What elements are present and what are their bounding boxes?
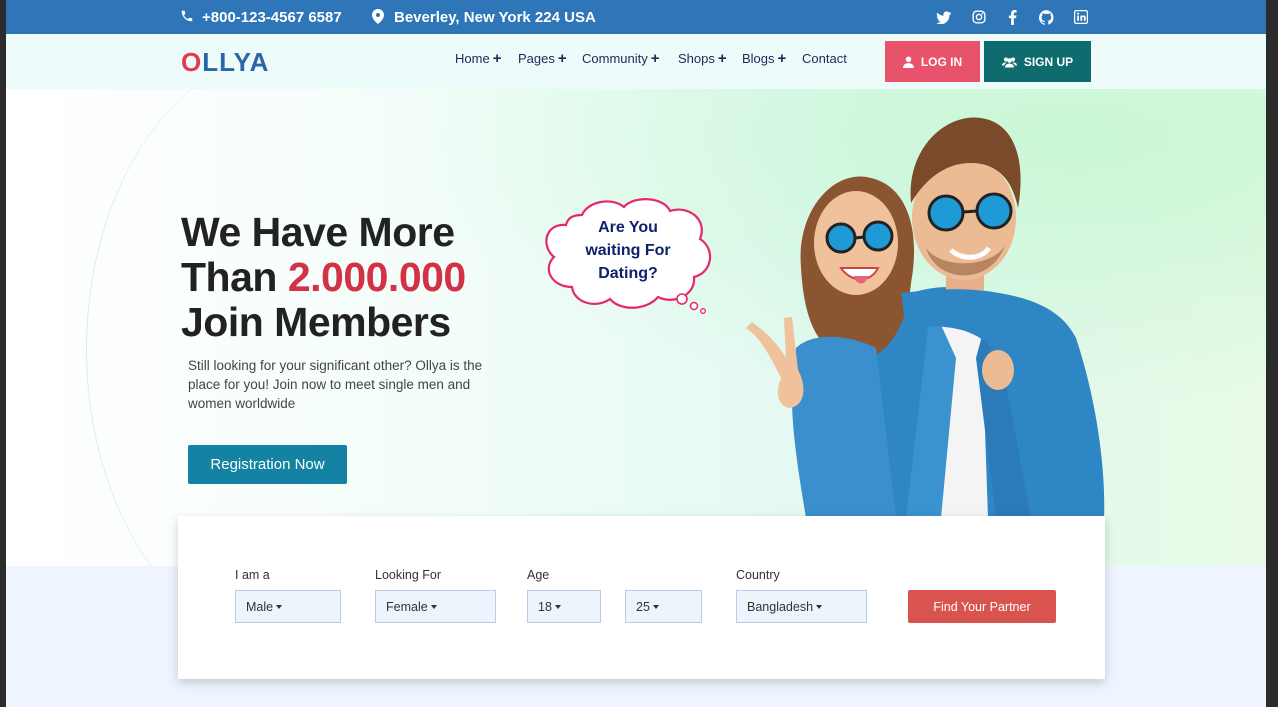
country-select[interactable]: Bangladesh: [736, 590, 867, 623]
nav-home-label: Home: [455, 51, 490, 66]
country-label: Country: [736, 568, 780, 582]
age-to-select[interactable]: 25: [625, 590, 702, 623]
twitter-icon[interactable]: [935, 9, 951, 25]
nav-pages-label: Pages: [518, 51, 555, 66]
nav-shops[interactable]: Shops +: [678, 51, 727, 66]
github-icon[interactable]: [1038, 9, 1054, 25]
bubble-line-3: Dating?: [598, 265, 658, 282]
nav-community-label: Community: [582, 51, 648, 66]
main-navbar: OLLYA Home + Pages + Community + Shops + Blo…: [6, 34, 1266, 89]
signup-button[interactable]: SIGN UP: [984, 41, 1091, 82]
nav-pages[interactable]: Pages +: [518, 51, 567, 66]
age-to-value: 25: [636, 599, 650, 614]
nav-shops-label: Shops: [678, 51, 715, 66]
looking-for-select[interactable]: Female: [375, 590, 496, 623]
registration-button[interactable]: Registration Now: [188, 445, 347, 484]
login-button[interactable]: LOG IN: [885, 41, 980, 82]
bubble-line-1: Are You: [598, 219, 658, 236]
bubble-text: Are You waiting For Dating?: [572, 216, 684, 285]
phone-icon: [180, 9, 196, 25]
nav-contact[interactable]: Contact: [802, 51, 847, 66]
headline-prefix: Than: [181, 254, 288, 300]
iam-label: I am a: [235, 568, 270, 582]
nav-community[interactable]: Community +: [582, 51, 660, 66]
address-info: Beverley, New York 224 USA: [372, 0, 596, 34]
plus-icon: +: [717, 50, 727, 67]
headline-line-2: Than 2.000.000: [181, 255, 466, 300]
user-icon: [902, 56, 914, 68]
partner-search-form: I am a Male Looking For Female Age 18 25…: [178, 516, 1105, 679]
phone-number: +800-123-4567 6587: [202, 8, 342, 26]
looking-for-value: Female: [386, 599, 428, 614]
age-from-value: 18: [538, 599, 552, 614]
linkedin-icon[interactable]: [1073, 9, 1089, 25]
hero-subtitle: Still looking for your significant other…: [188, 358, 483, 411]
caret-down-icon: [816, 604, 823, 609]
nav-blogs[interactable]: Blogs +: [742, 51, 786, 66]
users-icon: [1001, 56, 1017, 68]
signup-label: SIGN UP: [1023, 54, 1074, 69]
plus-icon: +: [650, 50, 660, 67]
caret-down-icon: [554, 604, 561, 609]
couple-photo: [746, 117, 1105, 518]
nav-home[interactable]: Home +: [455, 51, 501, 66]
iam-select[interactable]: Male: [235, 590, 341, 623]
hero-headline: We Have More Than 2.000.000 Join Members: [181, 210, 466, 345]
iam-value: Male: [246, 599, 274, 614]
plus-icon: +: [557, 50, 567, 67]
country-value: Bangladesh: [747, 599, 814, 614]
nav-blogs-label: Blogs: [742, 51, 775, 66]
nav-contact-label: Contact: [802, 51, 847, 66]
map-pin-icon: [372, 9, 388, 25]
top-info-bar: +800-123-4567 6587 Beverley, New York 22…: [6, 0, 1266, 34]
instagram-icon[interactable]: [971, 9, 987, 25]
caret-down-icon: [652, 604, 659, 609]
bubble-line-2: waiting For: [585, 242, 671, 259]
find-partner-button[interactable]: Find Your Partner: [908, 590, 1056, 623]
phone-info[interactable]: +800-123-4567 6587: [180, 0, 342, 34]
caret-down-icon: [430, 604, 437, 609]
facebook-icon[interactable]: [1004, 9, 1020, 25]
age-label: Age: [527, 568, 550, 582]
caret-down-icon: [276, 604, 283, 609]
looking-for-label: Looking For: [375, 568, 442, 582]
plus-icon: +: [777, 50, 787, 67]
plus-icon: +: [492, 50, 502, 67]
age-from-select[interactable]: 18: [527, 590, 601, 623]
headline-line-3: Join Members: [181, 299, 451, 345]
address-text: Beverley, New York 224 USA: [394, 8, 596, 26]
login-label: LOG IN: [920, 54, 963, 69]
browser-viewport: +800-123-4567 6587 Beverley, New York 22…: [6, 0, 1266, 707]
headline-line-1: We Have More: [181, 209, 455, 255]
member-count: 2.000.000: [287, 254, 466, 300]
logo-letter-o: O: [181, 47, 203, 77]
